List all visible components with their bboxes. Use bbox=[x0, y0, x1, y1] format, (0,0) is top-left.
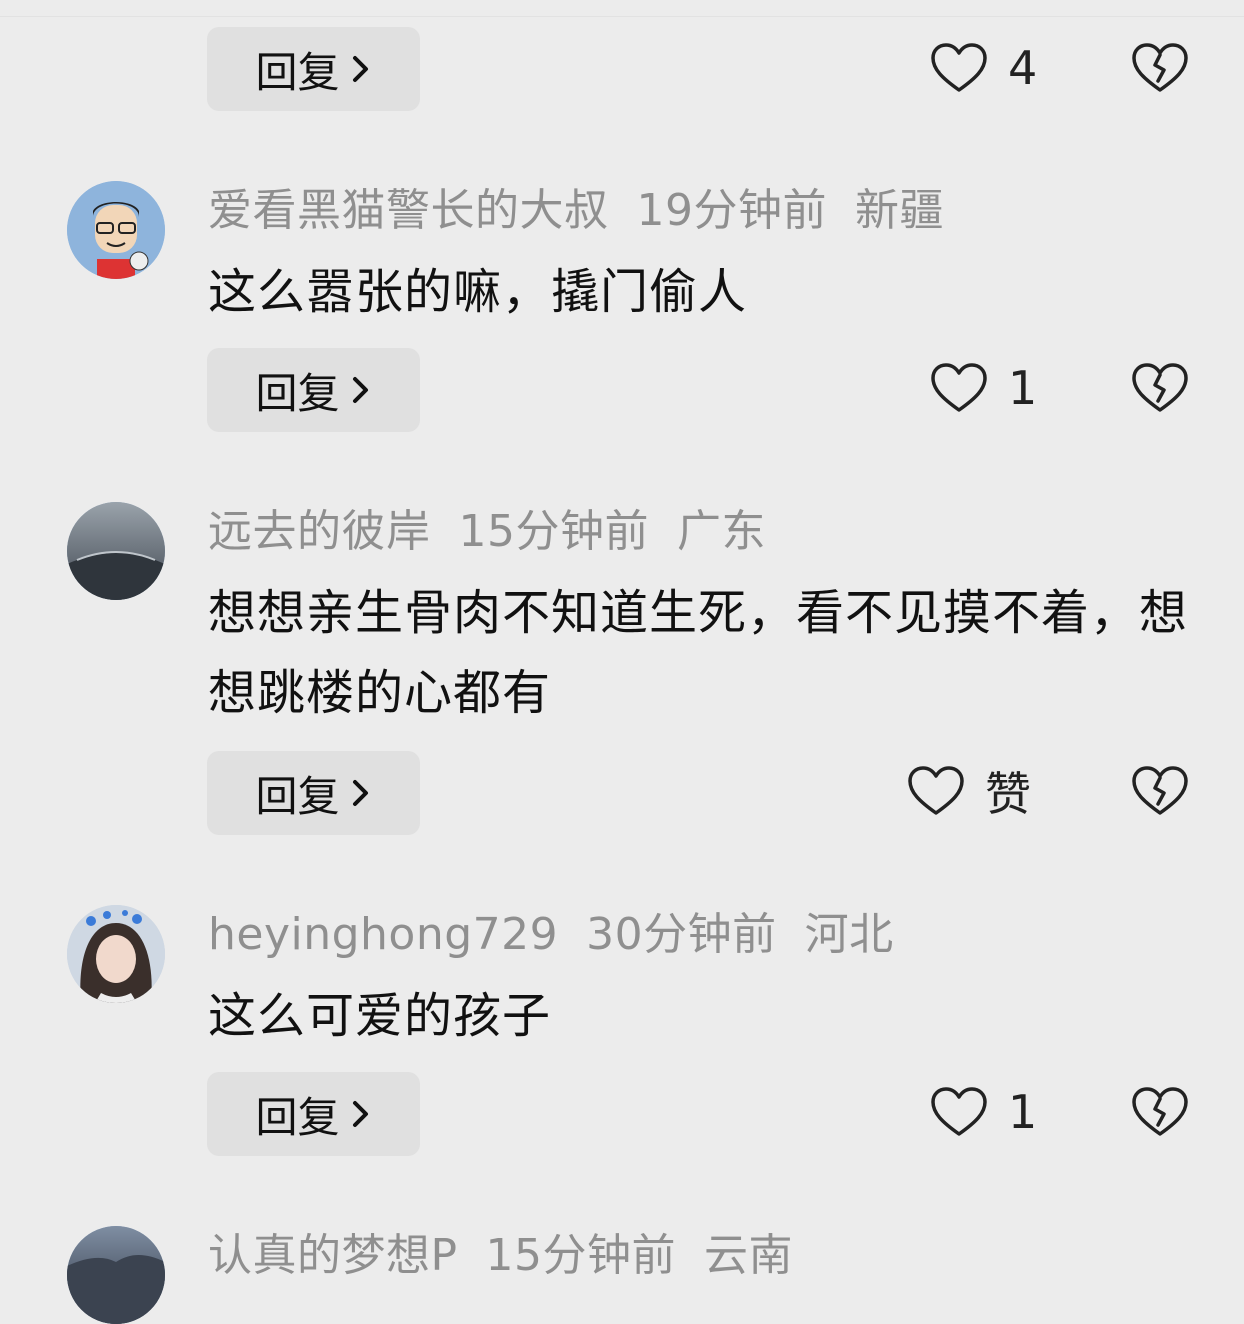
reply-label: 回复 bbox=[255, 1092, 340, 1142]
broken-heart-icon[interactable] bbox=[1131, 1085, 1189, 1139]
reply-label: 回复 bbox=[255, 771, 340, 821]
comment-meta: 认真的梦想P 15分钟前 云南 bbox=[208, 1226, 821, 1286]
username[interactable]: 远去的彼岸 bbox=[208, 506, 431, 557]
broken-heart-icon[interactable] bbox=[1131, 361, 1189, 415]
reply-button[interactable]: 回复 bbox=[207, 348, 420, 432]
like-button[interactable]: 4 bbox=[930, 38, 1037, 98]
like-button[interactable]: 赞 bbox=[907, 761, 1031, 821]
location: 河北 bbox=[804, 909, 894, 960]
comment-text: 这么嚣张的嘛，撬门偷人 bbox=[208, 264, 748, 320]
timestamp: 15分钟前 bbox=[458, 506, 649, 557]
timestamp: 19分钟前 bbox=[636, 185, 827, 236]
chevron-right-icon bbox=[352, 780, 368, 806]
location: 云南 bbox=[704, 1230, 794, 1281]
broken-heart-icon[interactable] bbox=[1131, 764, 1189, 818]
top-divider bbox=[0, 16, 1244, 17]
broken-heart-icon[interactable] bbox=[1131, 41, 1189, 95]
location: 广东 bbox=[677, 506, 766, 557]
comment-meta: heyinghong729 30分钟前 河北 bbox=[208, 905, 922, 965]
reply-button[interactable]: 回复 bbox=[207, 27, 420, 111]
location: 新疆 bbox=[855, 185, 944, 236]
comment-text: 想想亲生骨肉不知道生死，看不见摸不着，想想跳楼的心都有 bbox=[208, 585, 1189, 721]
avatar[interactable] bbox=[67, 1226, 165, 1324]
reply-label: 回复 bbox=[255, 47, 340, 97]
heart-icon bbox=[931, 43, 987, 92]
timestamp: 30分钟前 bbox=[586, 909, 777, 960]
avatar[interactable] bbox=[67, 502, 165, 600]
comment-meta: 爱看黑猫警长的大叔 19分钟前 新疆 bbox=[208, 181, 972, 241]
like-count: 1 bbox=[1008, 361, 1038, 415]
like-button[interactable]: 1 bbox=[930, 1082, 1037, 1142]
heart-icon bbox=[931, 1087, 987, 1136]
heart-icon bbox=[908, 766, 964, 815]
reply-button[interactable]: 回复 bbox=[207, 1072, 420, 1156]
chevron-right-icon bbox=[352, 1101, 368, 1127]
username[interactable]: 爱看黑猫警长的大叔 bbox=[208, 185, 609, 236]
like-button[interactable]: 1 bbox=[930, 358, 1037, 418]
comment-text: 这么可爱的孩子 bbox=[208, 988, 552, 1044]
like-count: 4 bbox=[1008, 41, 1038, 95]
chevron-right-icon bbox=[352, 56, 368, 82]
avatar[interactable] bbox=[67, 905, 165, 1003]
username[interactable]: heyinghong729 bbox=[208, 909, 558, 960]
chevron-right-icon bbox=[352, 377, 368, 403]
like-count: 赞 bbox=[985, 767, 1031, 821]
avatar[interactable] bbox=[67, 181, 165, 279]
reply-button[interactable]: 回复 bbox=[207, 751, 420, 835]
heart-icon bbox=[931, 363, 987, 412]
reply-label: 回复 bbox=[255, 368, 340, 418]
timestamp: 15分钟前 bbox=[485, 1230, 677, 1281]
username[interactable]: 认真的梦想P bbox=[208, 1230, 458, 1281]
comment-meta: 远去的彼岸 15分钟前 广东 bbox=[208, 502, 794, 562]
like-count: 1 bbox=[1008, 1085, 1038, 1139]
